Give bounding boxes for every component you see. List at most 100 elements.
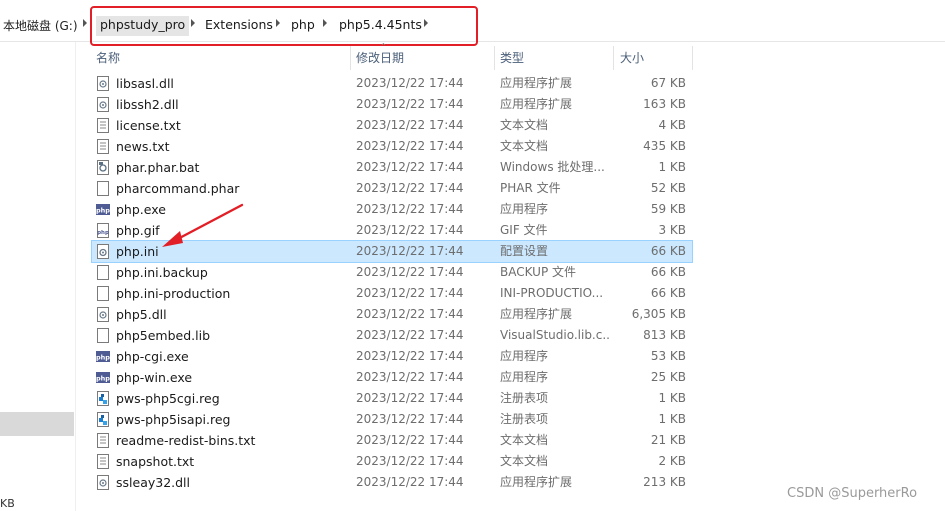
column-header-type[interactable]: 类型	[500, 47, 524, 69]
file-size: 67 KB	[650, 76, 686, 90]
nav-selected-item[interactable]	[0, 412, 74, 436]
file-type: 文本文档	[500, 139, 549, 153]
chevron-right-icon[interactable]	[83, 19, 87, 27]
column-header-size[interactable]: 大小	[620, 47, 644, 69]
column-header-date[interactable]: 修改日期	[356, 47, 404, 69]
file-type: INI-PRODUCTIO...	[500, 286, 604, 300]
file-size: 53 KB	[650, 349, 686, 363]
file-type: 文本文档	[500, 118, 549, 132]
annotation-arrow-icon	[162, 203, 244, 247]
file-size: 52 KB	[650, 181, 686, 195]
image-file-icon: php	[97, 223, 109, 238]
file-size: 4 KB	[658, 118, 686, 132]
file-name: libsasl.dll	[116, 76, 174, 91]
file-name: readme-redist-bins.txt	[116, 433, 256, 448]
file-date: 2023/12/22 17:44	[356, 160, 464, 174]
breadcrumb-php5445nts[interactable]: php5.4.45nts	[335, 16, 426, 36]
file-row[interactable]: readme-redist-bins.txt 2023/12/22 17:44 文本…	[92, 430, 692, 451]
file-type: 注册表项	[500, 412, 549, 426]
file-size: 1 KB	[658, 412, 686, 426]
file-name: php5.dll	[116, 307, 167, 322]
svg-text:php: php	[96, 354, 110, 362]
status-bar-fragment: KB	[0, 497, 15, 510]
file-size: 163 KB	[643, 97, 686, 111]
file-name: snapshot.txt	[116, 454, 195, 469]
file-row[interactable]: php5.dll 2023/12/22 17:44 应用程序扩展 6,305 KB	[92, 304, 692, 325]
breadcrumb-extensions[interactable]: Extensions	[201, 16, 277, 36]
file-type: 应用程序扩展	[500, 475, 573, 489]
file-type: 应用程序扩展	[500, 97, 573, 111]
file-size: 66 KB	[650, 244, 686, 258]
file-name: php5embed.lib	[116, 328, 211, 343]
file-row[interactable]: php5embed.lib 2023/12/22 17:44 VisualStudi…	[92, 325, 692, 346]
dll-icon	[97, 475, 109, 490]
file-size: 59 KB	[650, 202, 686, 216]
dll-icon	[97, 97, 109, 112]
file-size: 6,305 KB	[631, 307, 686, 321]
file-size: 213 KB	[643, 475, 686, 489]
php-exe-icon: php	[96, 204, 110, 215]
file-list[interactable]: libsasl.dll 2023/12/22 17:44 应用程序扩展 67 KB li…	[91, 73, 693, 493]
text-file-icon	[97, 118, 109, 133]
file-size: 1 KB	[658, 391, 686, 405]
file-date: 2023/12/22 17:44	[356, 475, 464, 489]
column-divider[interactable]	[494, 46, 495, 70]
text-file-icon	[97, 433, 109, 448]
column-divider[interactable]	[350, 46, 351, 70]
file-date: 2023/12/22 17:44	[356, 202, 464, 216]
file-date: 2023/12/22 17:44	[356, 139, 464, 153]
navigation-pane[interactable]	[0, 42, 76, 511]
file-row[interactable]: news.txt 2023/12/22 17:44 文本文档 435 KB	[92, 136, 692, 157]
chevron-right-icon[interactable]	[276, 19, 280, 27]
file-type: 应用程序扩展	[500, 76, 573, 90]
column-header-name[interactable]: 名称	[96, 47, 120, 69]
file-row[interactable]: phar.phar.bat 2023/12/22 17:44 Windows 批处理…	[92, 157, 692, 178]
file-name: phar.phar.bat	[116, 160, 200, 175]
file-size: 813 KB	[643, 328, 686, 342]
file-date: 2023/12/22 17:44	[356, 370, 464, 384]
breadcrumb-drive[interactable]: 本地磁盘 (G:)	[3, 17, 78, 34]
file-date: 2023/12/22 17:44	[356, 328, 464, 342]
dll-icon	[97, 76, 109, 91]
file-type: 注册表项	[500, 391, 549, 405]
file-row[interactable]: php.ini-production 2023/12/22 17:44 INI-PR…	[92, 283, 692, 304]
column-divider[interactable]	[692, 46, 693, 70]
breadcrumb-php[interactable]: php	[287, 16, 319, 36]
file-date: 2023/12/22 17:44	[356, 412, 464, 426]
chevron-right-icon[interactable]	[424, 19, 428, 27]
column-divider[interactable]	[613, 46, 614, 70]
file-row[interactable]: libssh2.dll 2023/12/22 17:44 应用程序扩展 163 KB	[92, 94, 692, 115]
blank-file-icon	[97, 181, 109, 196]
file-date: 2023/12/22 17:44	[356, 223, 464, 237]
file-row[interactable]: php.ini.backup 2023/12/22 17:44 BACKUP 文件 6…	[92, 262, 692, 283]
file-date: 2023/12/22 17:44	[356, 244, 464, 258]
file-row[interactable]: snapshot.txt 2023/12/22 17:44 文本文档 2 KB	[92, 451, 692, 472]
file-date: 2023/12/22 17:44	[356, 433, 464, 447]
file-row[interactable]: pws-php5cgi.reg 2023/12/22 17:44 注册表项 1 KB	[92, 388, 692, 409]
file-row[interactable]: ssleay32.dll 2023/12/22 17:44 应用程序扩展 213 KB	[92, 472, 692, 493]
file-name: news.txt	[116, 139, 170, 154]
breadcrumb-phpstudy-pro[interactable]: phpstudy_pro	[96, 16, 190, 36]
file-type: 文本文档	[500, 433, 549, 447]
file-size: 2 KB	[658, 454, 686, 468]
file-row[interactable]: php php-win.exe 2023/12/22 17:44 应用程序 25 KB	[92, 367, 692, 388]
file-name: license.txt	[116, 118, 181, 133]
file-row[interactable]: license.txt 2023/12/22 17:44 文本文档 4 KB	[92, 115, 692, 136]
file-date: 2023/12/22 17:44	[356, 307, 464, 321]
file-row[interactable]: libsasl.dll 2023/12/22 17:44 应用程序扩展 67 KB	[92, 73, 692, 94]
file-type: Windows 批处理...	[500, 160, 605, 174]
file-row[interactable]: php php-cgi.exe 2023/12/22 17:44 应用程序 53 KB	[92, 346, 692, 367]
file-row[interactable]: pws-php5isapi.reg 2023/12/22 17:44 注册表项 1 K…	[92, 409, 692, 430]
file-type: 应用程序	[500, 370, 549, 384]
file-date: 2023/12/22 17:44	[356, 76, 464, 90]
file-name: php-cgi.exe	[116, 349, 189, 364]
chevron-right-icon[interactable]	[191, 19, 195, 27]
chevron-right-icon[interactable]	[323, 19, 327, 27]
file-name: php.ini-production	[116, 286, 231, 301]
file-type: GIF 文件	[500, 223, 548, 237]
file-name: php-win.exe	[116, 370, 193, 385]
file-date: 2023/12/22 17:44	[356, 97, 464, 111]
address-bar[interactable]: 本地磁盘 (G:) phpstudy_pro Extensions php ph…	[0, 8, 945, 42]
file-name: ssleay32.dll	[116, 475, 191, 490]
svg-text:php: php	[96, 207, 110, 215]
